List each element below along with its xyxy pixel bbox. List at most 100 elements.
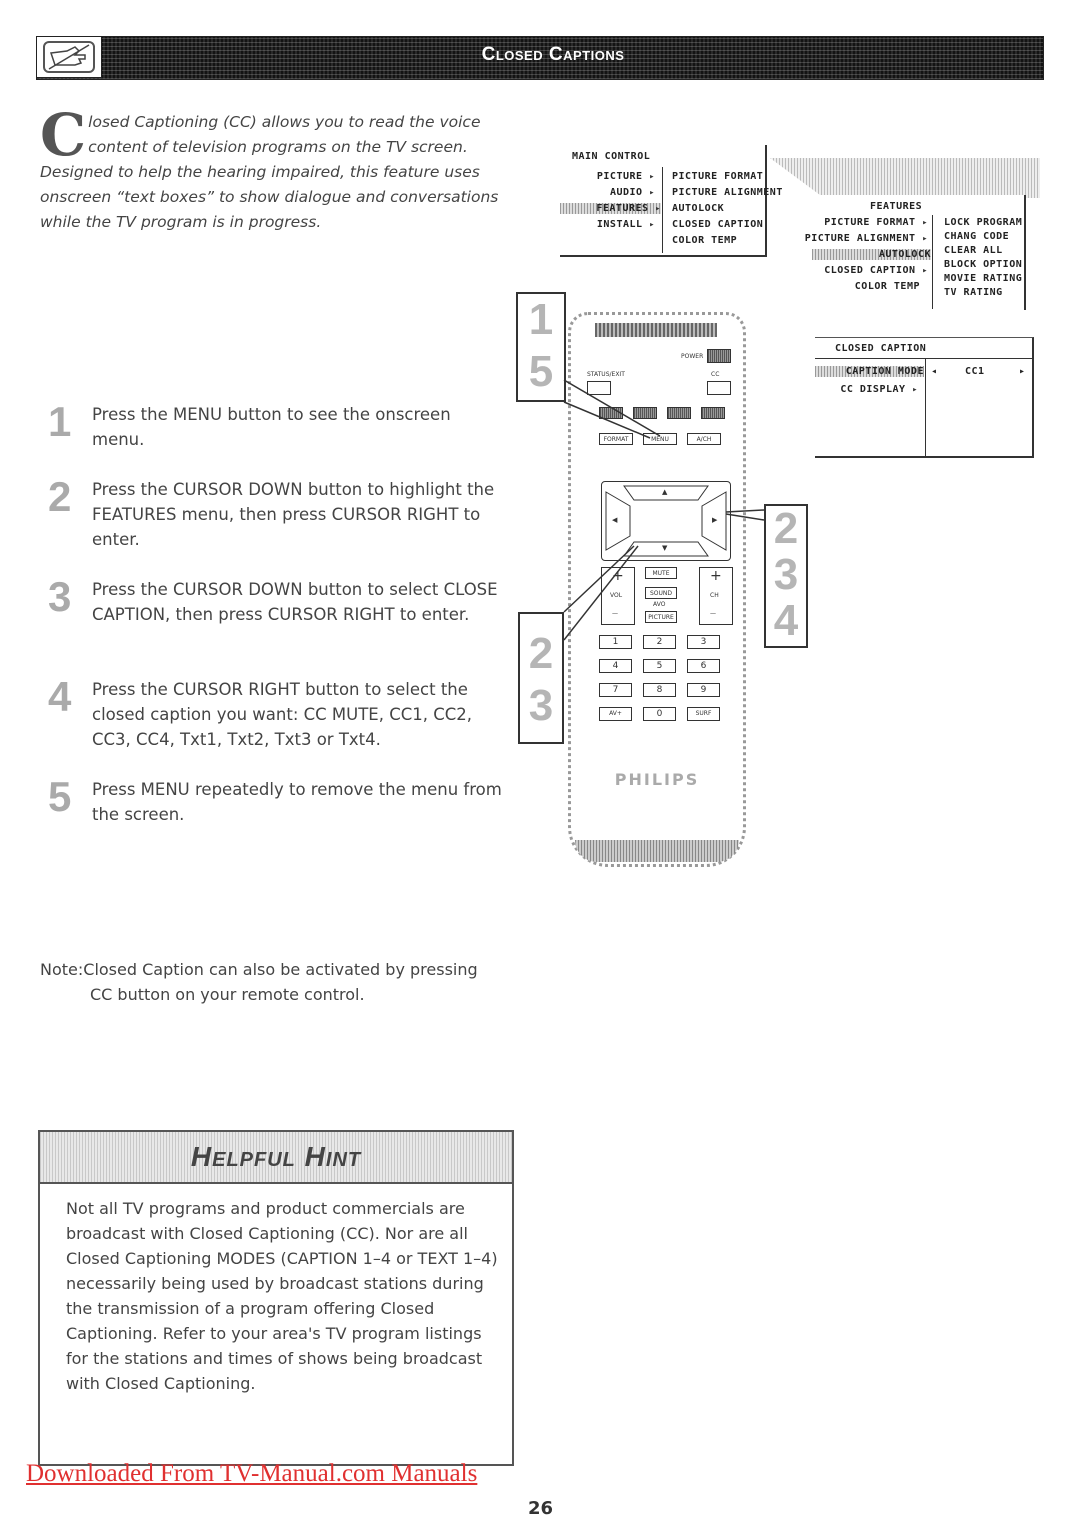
menu-item-label: CC DISPLAY: [840, 384, 906, 395]
step-number: 5: [48, 773, 72, 820]
arrow-left-icon[interactable]: ◂: [931, 366, 938, 377]
cc-display-item[interactable]: CC DISPLAY ▸: [840, 384, 918, 395]
features-menu-title: FEATURES: [870, 201, 923, 212]
hint-body: Not all TV programs and product commerci…: [66, 1199, 498, 1393]
cc-button[interactable]: [707, 381, 731, 395]
picture-button[interactable]: PICTURE: [645, 611, 677, 623]
remote-control: POWER STATUS/EXIT CC FORMAT MENU A/CH ▲ …: [568, 312, 746, 867]
ch-plus[interactable]: +: [710, 568, 722, 584]
av-button[interactable]: AV+: [599, 707, 632, 721]
features-item[interactable]: PICTURE FORMAT ▸: [824, 217, 928, 228]
color-button-green[interactable]: [633, 407, 657, 419]
features-item[interactable]: COLOR TEMP: [855, 281, 920, 292]
submenu-item[interactable]: PICTURE ALIGNMENT: [672, 187, 783, 198]
main-menu-title: MAIN CONTROL: [572, 151, 651, 162]
number-button-1[interactable]: 1: [599, 635, 632, 649]
arrow-right-icon: ▸: [922, 266, 928, 276]
color-button-red[interactable]: [599, 407, 623, 419]
helpful-hint-box: Helpful Hint Not all TV programs and pro…: [38, 1130, 514, 1466]
menu-item-label: COLOR TEMP: [854, 281, 920, 292]
step-1: 1 Press the MENU button to see the onscr…: [48, 398, 508, 452]
number-button-2[interactable]: 2: [643, 635, 676, 649]
menu-item-label: AUTOLOCK: [878, 249, 931, 260]
number-button-6[interactable]: 6: [687, 659, 720, 673]
number-button-5[interactable]: 5: [643, 659, 676, 673]
surf-button[interactable]: SURF: [687, 707, 720, 721]
menu-item-install[interactable]: INSTALL ▸: [597, 219, 655, 230]
callout-number: 3: [528, 681, 554, 730]
cursor-right-button[interactable]: ▶: [712, 516, 717, 524]
caption-mode-item[interactable]: CAPTION MODE: [815, 366, 924, 377]
menu-item-features[interactable]: FEATURES ▸: [560, 203, 661, 214]
number-button-0[interactable]: 0: [643, 707, 676, 721]
callout-number: 3: [773, 550, 799, 599]
number-button-4[interactable]: 4: [599, 659, 632, 673]
arrow-right-icon: ▸: [922, 218, 928, 228]
status-exit-button[interactable]: [587, 381, 611, 395]
submenu-item[interactable]: COLOR TEMP: [672, 235, 737, 246]
page-number: 26: [528, 1498, 554, 1519]
number-button-8[interactable]: 8: [643, 683, 676, 697]
autolock-item[interactable]: CHANG CODE: [944, 231, 1009, 242]
features-item[interactable]: PICTURE ALIGNMENT ▸: [805, 233, 928, 244]
format-button[interactable]: FORMAT: [599, 433, 633, 445]
arrow-right-icon: ▸: [649, 220, 655, 230]
cursor-down-button[interactable]: ▼: [662, 544, 667, 552]
step-5: 5 Press MENU repeatedly to remove the me…: [48, 773, 528, 827]
ach-button[interactable]: A/CH: [687, 433, 721, 445]
arrow-right-icon: ▸: [912, 385, 918, 395]
step-2: 2 Press the CURSOR DOWN button to highli…: [48, 473, 508, 552]
channel-rocker[interactable]: + CH —: [699, 567, 733, 625]
menu-item-label: PICTURE ALIGNMENT: [804, 233, 916, 244]
menu-item-picture[interactable]: PICTURE ▸: [597, 171, 655, 182]
autolock-item[interactable]: TV RATING: [944, 287, 1003, 298]
callout-steps-1-5: 1 5: [516, 292, 566, 402]
menu-button[interactable]: MENU: [643, 433, 677, 445]
closed-caption-menu-screen: CLOSED CAPTION CAPTION MODE CC DISPLAY ▸…: [815, 337, 1034, 458]
vol-label: VOL: [610, 592, 623, 599]
note: Note:Closed Caption can also be activate…: [40, 957, 520, 1007]
step-text: Press the CURSOR DOWN button to highligh…: [92, 480, 495, 549]
arrow-right-icon: ▸: [649, 172, 655, 182]
number-button-7[interactable]: 7: [599, 683, 632, 697]
step-number: 4: [48, 673, 72, 720]
autolock-item[interactable]: MOVIE RATING: [944, 273, 1022, 284]
color-button-blue[interactable]: [701, 407, 725, 419]
ch-minus[interactable]: —: [710, 610, 716, 617]
callout-number: 4: [773, 596, 799, 645]
note-line-1: Note:Closed Caption can also be activate…: [40, 960, 478, 979]
vol-plus[interactable]: +: [612, 568, 624, 584]
intro-paragraph: Closed Captioning (CC) allows you to rea…: [40, 101, 520, 235]
download-link[interactable]: Downloaded From TV-Manual.com Manuals: [26, 1460, 477, 1488]
power-button[interactable]: [707, 349, 731, 363]
vol-minus[interactable]: —: [612, 610, 618, 617]
sound-button[interactable]: SOUND: [645, 587, 677, 599]
color-button-yellow[interactable]: [667, 407, 691, 419]
step-number: 1: [48, 398, 72, 445]
cursor-up-button[interactable]: ▲: [662, 488, 667, 496]
arrow-right-icon[interactable]: ▸: [1019, 366, 1026, 377]
features-menu-screen: FEATURES PICTURE FORMAT ▸ PICTURE ALIGNM…: [805, 195, 1026, 310]
status-label: STATUS/EXIT: [587, 371, 625, 378]
menu-item-label: PICTURE: [596, 171, 643, 182]
cc-label: CC: [711, 371, 720, 378]
volume-rocker[interactable]: + VOL —: [601, 567, 635, 625]
submenu-item[interactable]: CLOSED CAPTION: [672, 219, 763, 230]
submenu-item[interactable]: PICTURE FORMAT: [672, 171, 763, 182]
features-item-highlighted[interactable]: AUTOLOCK: [812, 249, 931, 260]
submenu-item[interactable]: AUTOLOCK: [672, 203, 724, 214]
autolock-item[interactable]: LOCK PROGRAM: [944, 217, 1022, 228]
number-button-9[interactable]: 9: [687, 683, 720, 697]
cursor-left-button[interactable]: ◀: [612, 516, 617, 524]
autolock-item[interactable]: CLEAR ALL: [944, 245, 1003, 256]
features-item[interactable]: CLOSED CAPTION ▸: [824, 265, 928, 276]
drop-cap: C: [40, 101, 87, 169]
menu-item-audio[interactable]: AUDIO ▸: [610, 187, 655, 198]
autolock-item[interactable]: BLOCK OPTION: [944, 259, 1022, 270]
note-line-2: CC button on your remote control.: [90, 985, 365, 1004]
step-text: Press MENU repeatedly to remove the menu…: [92, 780, 502, 824]
number-button-3[interactable]: 3: [687, 635, 720, 649]
hint-header: Helpful Hint: [40, 1132, 512, 1184]
arrow-right-icon: ▸: [649, 188, 655, 198]
mute-button[interactable]: MUTE: [645, 567, 677, 579]
